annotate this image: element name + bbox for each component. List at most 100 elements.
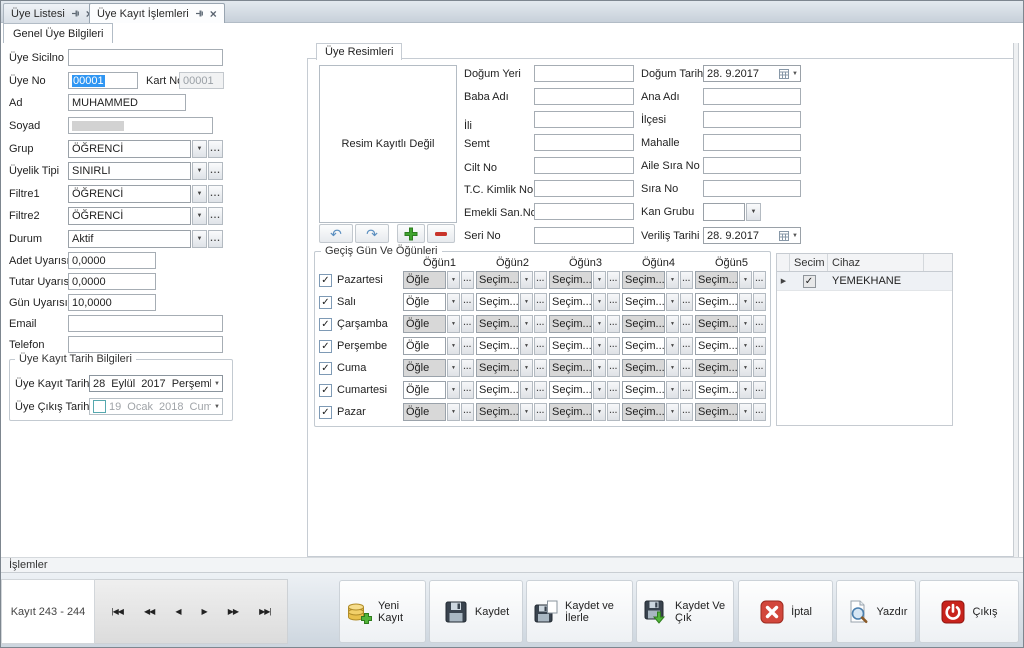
emekli-san-no-field[interactable] xyxy=(534,203,634,220)
day-checkbox[interactable]: ✓ xyxy=(319,274,332,287)
chevron-down-icon[interactable]: ▼ xyxy=(792,71,798,77)
filtre1-value[interactable]: ÖĞRENCİ xyxy=(68,185,191,203)
baba-adi-field[interactable] xyxy=(534,88,634,105)
durum-combobox[interactable]: Aktif ▼ ... xyxy=(68,230,223,248)
photo-remove-button[interactable] xyxy=(427,224,455,243)
record-nav-button[interactable]: ◀◀ xyxy=(144,607,154,616)
ellipsis-button[interactable]: ... xyxy=(753,293,766,311)
ogun4-value[interactable]: Seçim... xyxy=(622,293,665,311)
seri-no-field[interactable] xyxy=(534,227,634,244)
ellipsis-button[interactable]: ... xyxy=(208,162,223,180)
soyad-field[interactable] xyxy=(68,117,213,134)
uye-no-field[interactable]: 00001 xyxy=(68,72,138,89)
ellipsis-button[interactable]: ... xyxy=(753,403,766,421)
ogun2-value[interactable]: Seçim... xyxy=(476,271,519,289)
ogun5-value[interactable]: Seçim... xyxy=(695,271,738,289)
chevron-down-icon[interactable]: ▼ xyxy=(214,404,220,410)
ogun1-value[interactable]: Öğle xyxy=(403,381,446,399)
tab-genel-uye-bilgileri[interactable]: Genel Üye Bilgileri xyxy=(3,23,113,43)
filtre1-combobox[interactable]: ÖĞRENCİ ▼ ... xyxy=(68,185,223,203)
chevron-down-icon[interactable]: ▼ xyxy=(192,140,207,158)
ellipsis-button[interactable]: ... xyxy=(607,337,620,355)
photo-undo-button[interactable]: ↶ xyxy=(319,224,353,243)
ellipsis-button[interactable]: ... xyxy=(680,337,693,355)
ellipsis-button[interactable]: ... xyxy=(534,381,547,399)
chevron-down-icon[interactable]: ▼ xyxy=(746,203,761,221)
chevron-down-icon[interactable]: ▼ xyxy=(192,185,207,203)
ogun5-value[interactable]: Seçim... xyxy=(695,403,738,421)
day-checkbox[interactable]: ✓ xyxy=(319,384,332,397)
ellipsis-button[interactable]: ... xyxy=(680,293,693,311)
chevron-down-icon[interactable]: ▼ xyxy=(593,337,606,355)
chevron-down-icon[interactable]: ▼ xyxy=(593,293,606,311)
ogun5-value[interactable]: Seçim... xyxy=(695,381,738,399)
device-checkbox[interactable]: ✓ xyxy=(803,275,816,288)
device-row[interactable]: ▶ ✓ YEMEKHANE xyxy=(777,272,952,291)
cilt-no-field[interactable] xyxy=(534,157,634,174)
ogun5-value[interactable]: Seçim... xyxy=(695,293,738,311)
ellipsis-button[interactable]: ... xyxy=(461,315,474,333)
chevron-down-icon[interactable]: ▼ xyxy=(520,381,533,399)
ogun4-value[interactable]: Seçim... xyxy=(622,403,665,421)
ellipsis-button[interactable]: ... xyxy=(208,185,223,203)
semt-field[interactable] xyxy=(534,134,634,151)
chevron-down-icon[interactable]: ▼ xyxy=(192,162,207,180)
ellipsis-button[interactable]: ... xyxy=(534,403,547,421)
verilis-tarihi-picker[interactable]: 28. 9.2017 ▼ xyxy=(703,227,801,244)
ellipsis-button[interactable]: ... xyxy=(461,293,474,311)
aile-sira-no-field[interactable] xyxy=(703,157,801,174)
photo-redo-button[interactable]: ↷ xyxy=(355,224,389,243)
chevron-down-icon[interactable]: ▼ xyxy=(192,230,207,248)
ogun3-value[interactable]: Seçim... xyxy=(549,359,592,377)
chevron-down-icon[interactable]: ▼ xyxy=(739,293,752,311)
filtre2-value[interactable]: ÖĞRENCİ xyxy=(68,207,191,225)
telefon-field[interactable] xyxy=(68,336,223,353)
ellipsis-button[interactable]: ... xyxy=(461,403,474,421)
ellipsis-button[interactable]: ... xyxy=(534,271,547,289)
ellipsis-button[interactable]: ... xyxy=(208,140,223,158)
chevron-down-icon[interactable]: ▼ xyxy=(739,315,752,333)
grup-value[interactable]: ÖĞRENCİ xyxy=(68,140,191,158)
chevron-down-icon[interactable]: ▼ xyxy=(520,337,533,355)
ogun4-value[interactable]: Seçim... xyxy=(622,315,665,333)
ogun4-value[interactable]: Seçim... xyxy=(622,271,665,289)
ogun2-value[interactable]: Seçim... xyxy=(476,403,519,421)
ogun3-value[interactable]: Seçim... xyxy=(549,293,592,311)
tab-uye-listesi[interactable]: Üye Listesi × xyxy=(3,3,101,23)
chevron-down-icon[interactable]: ▼ xyxy=(593,403,606,421)
dogum-tarihi-picker[interactable]: 28. 9.2017 ▼ xyxy=(703,65,801,82)
kan-grubu-combobox[interactable]: ▼ xyxy=(703,203,761,221)
record-nav-button[interactable]: |◀◀ xyxy=(112,607,123,616)
cikis-tarihi-checkbox[interactable] xyxy=(93,400,106,413)
chevron-down-icon[interactable]: ▼ xyxy=(666,359,679,377)
chevron-down-icon[interactable]: ▼ xyxy=(666,337,679,355)
chevron-down-icon[interactable]: ▼ xyxy=(593,271,606,289)
yeni-kayit-button[interactable]: Yeni Kayıt xyxy=(339,580,426,643)
ogun2-value[interactable]: Seçim... xyxy=(476,381,519,399)
day-checkbox[interactable]: ✓ xyxy=(319,340,332,353)
chevron-down-icon[interactable]: ▼ xyxy=(192,207,207,225)
ellipsis-button[interactable]: ... xyxy=(680,359,693,377)
adet-uyarisi-field[interactable]: 0,0000 xyxy=(68,252,156,269)
chevron-down-icon[interactable]: ▼ xyxy=(593,359,606,377)
chevron-down-icon[interactable]: ▼ xyxy=(739,381,752,399)
uye-kayit-tarihi-picker[interactable]: 28 Eylül 2017 Perşembe ▼ xyxy=(89,375,223,392)
ellipsis-button[interactable]: ... xyxy=(607,403,620,421)
chevron-down-icon[interactable]: ▼ xyxy=(739,337,752,355)
panel-splitter[interactable] xyxy=(1013,43,1019,557)
ellipsis-button[interactable]: ... xyxy=(461,271,474,289)
ogun4-value[interactable]: Seçim... xyxy=(622,381,665,399)
kaydet-ve-ilerle-button[interactable]: Kaydet ve İlerle xyxy=(526,580,633,643)
dogum-yeri-field[interactable] xyxy=(534,65,634,82)
chevron-down-icon[interactable]: ▼ xyxy=(593,315,606,333)
day-checkbox[interactable]: ✓ xyxy=(319,318,332,331)
ellipsis-button[interactable]: ... xyxy=(607,315,620,333)
chevron-down-icon[interactable]: ▼ xyxy=(666,381,679,399)
iptal-button[interactable]: İptal xyxy=(738,580,833,643)
uye-cikis-tarihi-picker[interactable]: 19 Ocak 2018 Cum ▼ xyxy=(89,398,223,415)
ellipsis-button[interactable]: ... xyxy=(607,359,620,377)
ad-field[interactable]: MUHAMMED xyxy=(68,94,186,111)
ellipsis-button[interactable]: ... xyxy=(208,207,223,225)
chevron-down-icon[interactable]: ▼ xyxy=(447,271,460,289)
durum-value[interactable]: Aktif xyxy=(68,230,191,248)
